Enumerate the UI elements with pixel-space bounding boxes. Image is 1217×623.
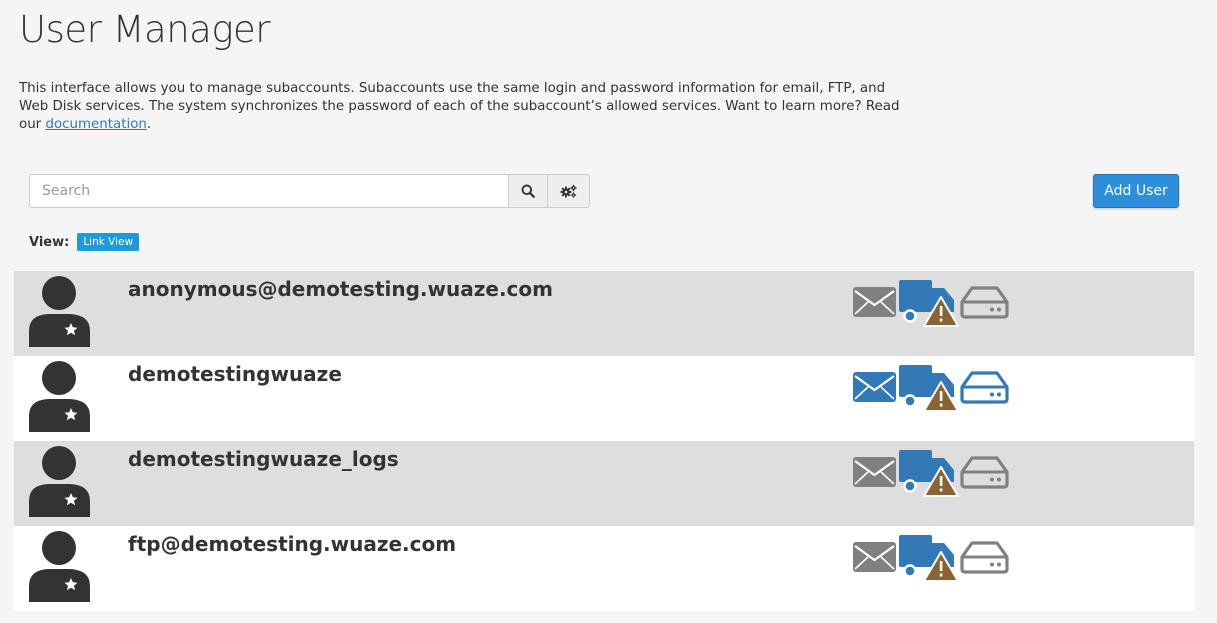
search-icon: [521, 184, 535, 198]
view-switcher: View: Link View: [29, 233, 140, 251]
link-view-toggle[interactable]: Link View: [77, 233, 140, 251]
search-settings-button[interactable]: [548, 174, 590, 208]
web-disk-service-icon[interactable]: [960, 535, 1010, 575]
ftp-service-icon[interactable]: [898, 450, 960, 498]
search-input[interactable]: [29, 174, 508, 208]
service-icons: [852, 280, 1010, 328]
service-icons: [852, 535, 1010, 583]
ftp-service-icon[interactable]: [898, 365, 960, 413]
service-icons: [852, 365, 1010, 413]
email-service-icon[interactable]: [852, 535, 898, 575]
email-service-icon[interactable]: [852, 450, 898, 490]
ftp-service-icon[interactable]: [898, 280, 960, 328]
user-row[interactable]: anonymous@demotesting.wuaze.com: [14, 271, 1194, 356]
user-list: anonymous@demotesting.wuaze.com demotest…: [14, 271, 1194, 611]
web-disk-service-icon[interactable]: [960, 450, 1010, 490]
service-icons: [852, 450, 1010, 498]
documentation-link[interactable]: documentation: [45, 117, 146, 132]
user-name[interactable]: demotestingwuaze_logs: [128, 447, 399, 471]
user-avatar-icon: [29, 531, 90, 602]
user-avatar-icon: [29, 276, 90, 347]
ftp-service-icon[interactable]: [898, 535, 960, 583]
search-button[interactable]: [508, 174, 548, 208]
search-group: [29, 174, 590, 208]
user-row[interactable]: ftp@demotesting.wuaze.com: [14, 526, 1194, 611]
user-avatar-icon: [29, 446, 90, 517]
user-name[interactable]: anonymous@demotesting.wuaze.com: [128, 277, 553, 301]
intro-end: .: [146, 117, 152, 132]
user-avatar-icon: [29, 361, 90, 432]
page-title: User Manager: [19, 8, 271, 51]
user-row[interactable]: demotestingwuaze_logs: [14, 441, 1194, 526]
web-disk-service-icon[interactable]: [960, 365, 1010, 405]
web-disk-service-icon[interactable]: [960, 280, 1010, 320]
email-service-icon[interactable]: [852, 280, 898, 320]
user-name[interactable]: ftp@demotesting.wuaze.com: [128, 532, 456, 556]
cogs-icon: [560, 184, 577, 198]
user-name[interactable]: demotestingwuaze: [128, 362, 342, 386]
user-row[interactable]: demotestingwuaze: [14, 356, 1194, 441]
view-label: View:: [29, 234, 70, 250]
email-service-icon[interactable]: [852, 365, 898, 405]
add-user-button[interactable]: Add User: [1093, 174, 1179, 208]
page-description: This interface allows you to manage suba…: [19, 80, 909, 134]
